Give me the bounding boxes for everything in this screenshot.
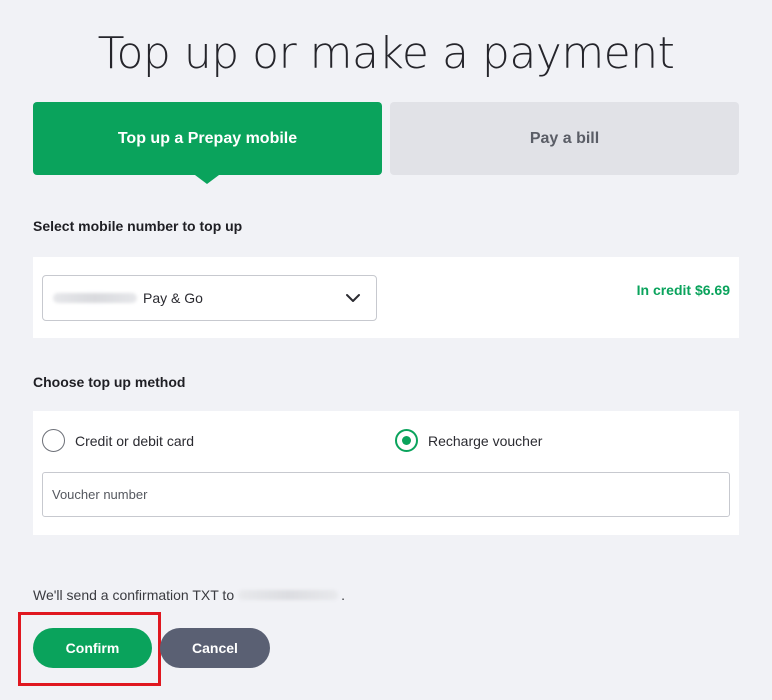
page-title: Top up or make a payment: [97, 28, 675, 79]
mobile-number-card: Pay & Go In credit $6.69: [33, 257, 739, 338]
select-mobile-label: Select mobile number to top up: [33, 218, 243, 234]
top-up-method-label: Choose top up method: [33, 374, 186, 390]
chevron-down-icon: [346, 294, 360, 302]
tab-top-up-prepay-label: Top up a Prepay mobile: [117, 129, 298, 147]
tab-top-up-prepay[interactable]: Top up a Prepay mobile: [33, 102, 382, 184]
voucher-number-input[interactable]: [42, 472, 730, 517]
confirmation-prefix: We'll send a confirmation TXT to: [33, 587, 235, 603]
confirmation-message: We'll send a confirmation TXT to .: [33, 587, 345, 603]
top-up-tabs: Top up a Prepay mobile Pay a bill: [33, 102, 739, 184]
page: Top up or make a payment Top up a Prepay…: [0, 0, 772, 700]
credit-card-radio[interactable]: [42, 429, 65, 452]
credit-card-option-label: Credit or debit card: [75, 432, 195, 449]
recharge-voucher-option-label: Recharge voucher: [428, 432, 543, 449]
confirmation-suffix: .: [341, 587, 345, 603]
mobile-number-select[interactable]: Pay & Go: [42, 275, 377, 321]
credit-balance: In credit $6.69: [636, 282, 730, 298]
option-recharge-voucher[interactable]: Recharge voucher: [395, 429, 542, 452]
redacted-phone-number: [238, 590, 339, 600]
tab-pay-a-bill-label: Pay a bill: [529, 129, 600, 147]
recharge-voucher-radio[interactable]: [395, 429, 418, 452]
mobile-number-plan: Pay & Go: [143, 290, 203, 306]
option-credit-debit-card[interactable]: Credit or debit card: [42, 429, 194, 452]
redacted-mobile-number: [53, 293, 137, 303]
cancel-button[interactable]: Cancel: [160, 628, 270, 668]
confirm-button[interactable]: Confirm: [33, 628, 152, 668]
top-up-method-card: Credit or debit card Recharge voucher: [33, 411, 739, 535]
tab-pay-a-bill[interactable]: Pay a bill: [390, 102, 739, 175]
